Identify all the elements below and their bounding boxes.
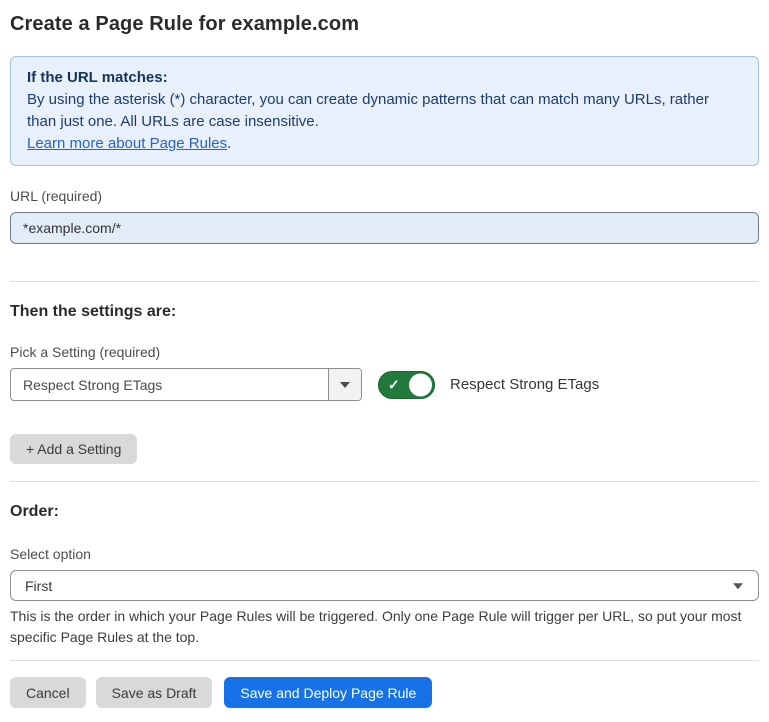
toggle-label: Respect Strong ETags	[450, 376, 599, 393]
order-select-label: Select option	[10, 546, 759, 562]
url-input[interactable]	[10, 212, 759, 244]
info-box-body: By using the asterisk (*) character, you…	[27, 89, 742, 133]
info-box-link-line: Learn more about Page Rules.	[27, 133, 742, 155]
actions-divider	[10, 660, 759, 661]
save-as-draft-button[interactable]: Save as Draft	[96, 677, 213, 708]
check-icon: ✓	[388, 377, 400, 391]
learn-more-link[interactable]: Learn more about Page Rules	[27, 135, 227, 152]
url-field-label: URL (required)	[10, 188, 759, 204]
cancel-button[interactable]: Cancel	[10, 677, 86, 708]
setting-row: Respect Strong ETags ✓ Respect Strong ET…	[10, 368, 759, 401]
setting-select[interactable]: Respect Strong ETags	[10, 368, 362, 401]
add-setting-button[interactable]: + Add a Setting	[10, 434, 137, 464]
actions-row: Cancel Save as Draft Save and Deploy Pag…	[10, 677, 759, 708]
caret-down-icon	[340, 382, 350, 388]
section-divider	[10, 481, 759, 482]
save-and-deploy-button[interactable]: Save and Deploy Page Rule	[224, 677, 432, 708]
order-section-heading: Order:	[10, 503, 759, 521]
url-match-info-box: If the URL matches: By using the asteris…	[10, 56, 759, 166]
setting-select-arrow-segment[interactable]	[328, 369, 361, 400]
order-help-text: This is the order in which your Page Rul…	[10, 606, 759, 648]
page-title: Create a Page Rule for example.com	[10, 13, 759, 36]
link-suffix: .	[227, 135, 231, 152]
pick-setting-label: Pick a Setting (required)	[10, 344, 759, 360]
info-box-heading: If the URL matches:	[27, 67, 742, 89]
create-page-rule-panel: Create a Page Rule for example.com If th…	[0, 0, 769, 722]
caret-down-icon	[733, 583, 743, 589]
toggle-knob	[409, 373, 432, 396]
order-select-value: First	[25, 578, 52, 594]
setting-select-value: Respect Strong ETags	[11, 369, 328, 400]
setting-toggle[interactable]: ✓	[378, 371, 435, 399]
settings-section-heading: Then the settings are:	[10, 303, 759, 321]
order-select[interactable]: First	[10, 570, 759, 601]
section-divider	[10, 281, 759, 282]
